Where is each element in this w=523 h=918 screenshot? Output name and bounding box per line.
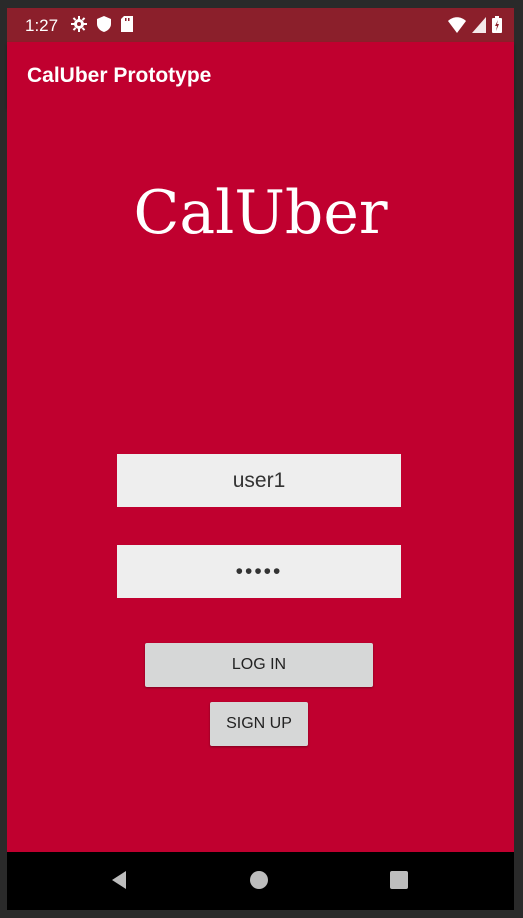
username-field[interactable] xyxy=(117,454,401,507)
login-screen: CalUber LOG IN SIGN UP xyxy=(7,108,514,852)
app-title: CalUber Prototype xyxy=(27,64,212,87)
password-field[interactable] xyxy=(117,545,401,598)
home-button[interactable] xyxy=(247,870,271,894)
shield-icon xyxy=(97,16,111,37)
status-icons-left xyxy=(71,16,133,37)
status-bar: 1:27 xyxy=(7,8,514,42)
signal-icon xyxy=(472,16,486,38)
battery-icon xyxy=(492,16,502,38)
status-icons-right xyxy=(448,16,502,38)
back-icon xyxy=(109,870,129,895)
gear-icon xyxy=(71,16,87,37)
app-bar: CalUber Prototype xyxy=(7,42,514,108)
status-time: 1:27 xyxy=(25,16,59,35)
signup-button[interactable]: SIGN UP xyxy=(210,702,308,746)
navigation-bar xyxy=(7,852,514,910)
recents-icon xyxy=(389,870,409,895)
app-logo-text: CalUber xyxy=(133,178,388,248)
device-frame: 1:27 CalUber Prototype CalUber user1 •••… xyxy=(0,0,523,918)
recents-button[interactable] xyxy=(387,870,411,894)
login-button[interactable]: LOG IN xyxy=(145,643,373,687)
sd-card-icon xyxy=(121,16,133,37)
back-button[interactable] xyxy=(107,870,131,894)
wifi-icon xyxy=(448,16,466,38)
home-icon xyxy=(249,870,269,895)
